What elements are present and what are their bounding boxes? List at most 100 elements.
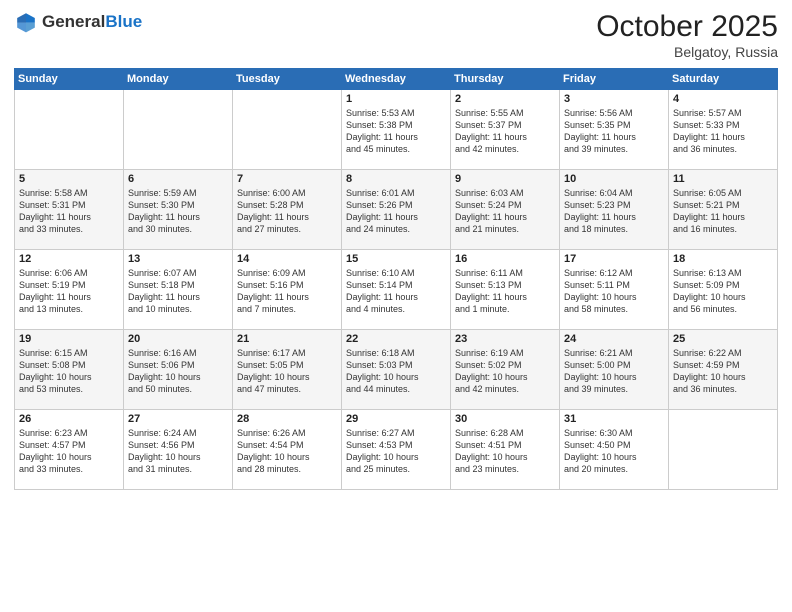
calendar-cell: 18 Sunrise: 6:13 AM Sunset: 5:09 PM Dayli… — [669, 250, 778, 330]
day-number: 18 — [673, 253, 773, 265]
day-info: Sunrise: 6:28 AM Sunset: 4:51 PM Dayligh… — [455, 427, 555, 476]
calendar-cell: 21Sunrise: 6:17 AM Sunset: 5:05 PM Dayli… — [233, 330, 342, 410]
col-thursday: Thursday — [451, 69, 560, 90]
calendar-cell: 5Sunrise: 5:58 AM Sunset: 5:31 PM Daylig… — [15, 170, 124, 250]
calendar-cell — [15, 90, 124, 170]
day-info: Sunrise: 6:04 AM Sunset: 5:23 PM Dayligh… — [564, 187, 664, 236]
title-block: October 2025 Belgatoy, Russia — [596, 10, 778, 60]
calendar-cell: 11 Sunrise: 6:05 AM Sunset: 5:21 PM Dayli… — [669, 170, 778, 250]
day-info: Sunrise: 6:05 AM Sunset: 5:21 PM Dayligh… — [673, 187, 773, 236]
calendar-cell: 25 Sunrise: 6:22 AM Sunset: 4:59 PM Dayli… — [669, 330, 778, 410]
calendar-cell: 14 Sunrise: 6:09 AM Sunset: 5:16 PM Dayli… — [233, 250, 342, 330]
col-tuesday: Tuesday — [233, 69, 342, 90]
day-info: Sunrise: 6:03 AM Sunset: 5:24 PM Dayligh… — [455, 187, 555, 236]
day-number: 6 — [128, 173, 228, 185]
col-saturday: Saturday — [669, 69, 778, 90]
day-info: Sunrise: 6:11 AM Sunset: 5:13 PM Dayligh… — [455, 267, 555, 316]
calendar-cell: 28 Sunrise: 6:26 AM Sunset: 4:54 PM Dayli… — [233, 410, 342, 490]
day-number: 4 — [673, 93, 773, 105]
day-info: Sunrise: 6:01 AM Sunset: 5:26 PM Dayligh… — [346, 187, 446, 236]
day-number: 15 — [346, 253, 446, 265]
calendar-cell: 9 Sunrise: 6:03 AM Sunset: 5:24 PM Daylig… — [451, 170, 560, 250]
calendar-week-3: 12 Sunrise: 6:06 AM Sunset: 5:19 PM Dayli… — [15, 250, 778, 330]
day-number: 14 — [237, 253, 337, 265]
day-info: Sunrise: 6:27 AM Sunset: 4:53 PM Dayligh… — [346, 427, 446, 476]
calendar-cell — [233, 90, 342, 170]
day-info: Sunrise: 6:23 AM Sunset: 4:57 PM Dayligh… — [19, 427, 119, 476]
day-info: Sunrise: 5:59 AM Sunset: 5:30 PM Dayligh… — [128, 187, 228, 236]
calendar-table: Sunday Monday Tuesday Wednesday Thursday… — [14, 68, 778, 490]
day-info: Sunrise: 6:10 AM Sunset: 5:14 PM Dayligh… — [346, 267, 446, 316]
calendar-cell: 10 Sunrise: 6:04 AM Sunset: 5:23 PM Dayli… — [560, 170, 669, 250]
header: GeneralBlue October 2025 Belgatoy, Russi… — [14, 10, 778, 60]
calendar-week-2: 5Sunrise: 5:58 AM Sunset: 5:31 PM Daylig… — [15, 170, 778, 250]
calendar-week-1: 1 Sunrise: 5:53 AM Sunset: 5:38 PM Daylig… — [15, 90, 778, 170]
day-info: Sunrise: 6:24 AM Sunset: 4:56 PM Dayligh… — [128, 427, 228, 476]
calendar-cell: 3 Sunrise: 5:56 AM Sunset: 5:35 PM Daylig… — [560, 90, 669, 170]
calendar-cell: 17 Sunrise: 6:12 AM Sunset: 5:11 PM Dayli… — [560, 250, 669, 330]
calendar-cell: 19Sunrise: 6:15 AM Sunset: 5:08 PM Dayli… — [15, 330, 124, 410]
col-friday: Friday — [560, 69, 669, 90]
day-info: Sunrise: 6:13 AM Sunset: 5:09 PM Dayligh… — [673, 267, 773, 316]
day-info: Sunrise: 6:18 AM Sunset: 5:03 PM Dayligh… — [346, 347, 446, 396]
day-info: Sunrise: 6:21 AM Sunset: 5:00 PM Dayligh… — [564, 347, 664, 396]
day-info: Sunrise: 6:16 AM Sunset: 5:06 PM Dayligh… — [128, 347, 228, 396]
calendar-cell: 12 Sunrise: 6:06 AM Sunset: 5:19 PM Dayli… — [15, 250, 124, 330]
day-number: 25 — [673, 333, 773, 345]
day-number: 3 — [564, 93, 664, 105]
day-number: 1 — [346, 93, 446, 105]
day-info: Sunrise: 5:56 AM Sunset: 5:35 PM Dayligh… — [564, 107, 664, 156]
day-info: Sunrise: 6:30 AM Sunset: 4:50 PM Dayligh… — [564, 427, 664, 476]
day-info: Sunrise: 5:53 AM Sunset: 5:38 PM Dayligh… — [346, 107, 446, 156]
day-number: 13 — [128, 253, 228, 265]
calendar-cell: 23 Sunrise: 6:19 AM Sunset: 5:02 PM Dayli… — [451, 330, 560, 410]
day-number: 23 — [455, 333, 555, 345]
logo-general: General — [42, 12, 105, 31]
calendar-cell: 13 Sunrise: 6:07 AM Sunset: 5:18 PM Dayli… — [124, 250, 233, 330]
day-info: Sunrise: 6:07 AM Sunset: 5:18 PM Dayligh… — [128, 267, 228, 316]
calendar-cell: 31Sunrise: 6:30 AM Sunset: 4:50 PM Dayli… — [560, 410, 669, 490]
day-number: 20 — [128, 333, 228, 345]
day-info: Sunrise: 6:26 AM Sunset: 4:54 PM Dayligh… — [237, 427, 337, 476]
day-number: 28 — [237, 413, 337, 425]
day-info: Sunrise: 6:19 AM Sunset: 5:02 PM Dayligh… — [455, 347, 555, 396]
calendar-cell: 7Sunrise: 6:00 AM Sunset: 5:28 PM Daylig… — [233, 170, 342, 250]
calendar-cell: 6 Sunrise: 5:59 AM Sunset: 5:30 PM Daylig… — [124, 170, 233, 250]
day-number: 5 — [19, 173, 119, 185]
day-info: Sunrise: 5:57 AM Sunset: 5:33 PM Dayligh… — [673, 107, 773, 156]
calendar-cell: 15 Sunrise: 6:10 AM Sunset: 5:14 PM Dayli… — [342, 250, 451, 330]
calendar-cell: 8 Sunrise: 6:01 AM Sunset: 5:26 PM Daylig… — [342, 170, 451, 250]
calendar-cell: 1 Sunrise: 5:53 AM Sunset: 5:38 PM Daylig… — [342, 90, 451, 170]
day-number: 24 — [564, 333, 664, 345]
day-info: Sunrise: 6:06 AM Sunset: 5:19 PM Dayligh… — [19, 267, 119, 316]
day-number: 29 — [346, 413, 446, 425]
logo-icon — [14, 10, 38, 34]
day-number: 8 — [346, 173, 446, 185]
day-number: 16 — [455, 253, 555, 265]
day-info: Sunrise: 6:09 AM Sunset: 5:16 PM Dayligh… — [237, 267, 337, 316]
col-monday: Monday — [124, 69, 233, 90]
calendar-cell — [669, 410, 778, 490]
header-row: Sunday Monday Tuesday Wednesday Thursday… — [15, 69, 778, 90]
calendar-cell: 2 Sunrise: 5:55 AM Sunset: 5:37 PM Daylig… — [451, 90, 560, 170]
calendar-cell: 22Sunrise: 6:18 AM Sunset: 5:03 PM Dayli… — [342, 330, 451, 410]
day-number: 30 — [455, 413, 555, 425]
day-number: 12 — [19, 253, 119, 265]
location-title: Belgatoy, Russia — [596, 44, 778, 60]
day-number: 9 — [455, 173, 555, 185]
day-info: Sunrise: 6:12 AM Sunset: 5:11 PM Dayligh… — [564, 267, 664, 316]
day-number: 11 — [673, 173, 773, 185]
day-number: 2 — [455, 93, 555, 105]
calendar-cell: 16 Sunrise: 6:11 AM Sunset: 5:13 PM Dayli… — [451, 250, 560, 330]
day-number: 10 — [564, 173, 664, 185]
month-title: October 2025 — [596, 10, 778, 44]
calendar-cell: 4 Sunrise: 5:57 AM Sunset: 5:33 PM Daylig… — [669, 90, 778, 170]
day-info: Sunrise: 6:00 AM Sunset: 5:28 PM Dayligh… — [237, 187, 337, 236]
calendar-cell: 27Sunrise: 6:24 AM Sunset: 4:56 PM Dayli… — [124, 410, 233, 490]
day-number: 17 — [564, 253, 664, 265]
logo-blue: Blue — [105, 12, 142, 31]
day-info: Sunrise: 6:22 AM Sunset: 4:59 PM Dayligh… — [673, 347, 773, 396]
day-info: Sunrise: 5:55 AM Sunset: 5:37 PM Dayligh… — [455, 107, 555, 156]
day-number: 21 — [237, 333, 337, 345]
calendar-cell: 30 Sunrise: 6:28 AM Sunset: 4:51 PM Dayli… — [451, 410, 560, 490]
